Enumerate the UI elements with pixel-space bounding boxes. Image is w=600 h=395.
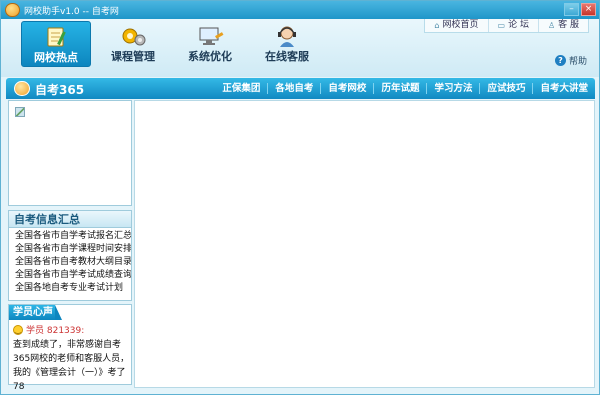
- testimonial-panel: 学员心声 ‿ 学员 821339: 查到成绩了，非常感谢自考365网校的老师和客…: [8, 304, 132, 392]
- nav-item-course[interactable]: 课程管理: [98, 21, 168, 67]
- site-link[interactable]: 自考网校: [320, 83, 373, 94]
- header-link-label: 论 坛: [508, 20, 529, 30]
- info-link[interactable]: 全国各省市自考教材大纲目录: [15, 256, 131, 269]
- header-link-label: 客 服: [558, 20, 579, 30]
- home-icon: ⌂: [434, 21, 440, 30]
- help-label: 帮助: [568, 57, 587, 67]
- nav-label: 课程管理: [111, 50, 155, 63]
- info-list: 全国各省市自学考试报名汇总 全国各省市自学课程时间安排 全国各省市自考教材大纲目…: [9, 228, 131, 295]
- site-link[interactable]: 应试技巧: [479, 83, 532, 94]
- nav-item-support[interactable]: 在线客服: [252, 21, 322, 67]
- nav-item-hotspot[interactable]: 网校热点: [21, 21, 91, 67]
- minimize-button[interactable]: –: [564, 3, 579, 16]
- window-controls: – ×: [564, 3, 596, 16]
- testimonial-title: 学员心声: [9, 305, 62, 320]
- main-content-area[interactable]: [134, 100, 595, 388]
- info-panel-title: 自考信息汇总: [9, 211, 131, 228]
- close-button[interactable]: ×: [581, 3, 596, 16]
- header-link-forum[interactable]: ▭ 论 坛: [487, 19, 538, 32]
- site-logo-icon: [14, 81, 30, 96]
- header-link-home[interactable]: ⌂ 网校首页: [425, 19, 487, 32]
- site-link[interactable]: 各地自考: [267, 83, 320, 94]
- app-logo-icon: [5, 3, 20, 17]
- user-icon: ♙: [547, 21, 556, 30]
- main-nav: 网校热点 课程管理 系统优化 在线客服: [21, 21, 322, 67]
- help-icon: ?: [554, 55, 566, 66]
- window-title: 网校助手v1.0 -- 自考网: [24, 7, 119, 17]
- broken-image-icon: [15, 107, 25, 117]
- info-panel: 自考信息汇总 全国各省市自学考试报名汇总 全国各省市自学课程时间安排 全国各省市…: [8, 210, 132, 301]
- site-links: 正保集团 各地自考 自考网校 历年试题 学习方法 应试技巧 自考大讲堂: [215, 78, 595, 99]
- header-link-service[interactable]: ♙ 客 服: [537, 19, 588, 32]
- site-link[interactable]: 自考大讲堂: [532, 83, 595, 94]
- testimonial-user: ‿ 学员 821339:: [13, 323, 84, 336]
- smile-icon: ‿: [13, 324, 23, 335]
- info-link[interactable]: 全国各省市自学考试成绩查询: [15, 269, 131, 282]
- header-links: ⌂ 网校首页 ▭ 论 坛 ♙ 客 服: [424, 19, 589, 33]
- site-link[interactable]: 正保集团: [215, 83, 267, 94]
- site-link[interactable]: 历年试题: [373, 83, 426, 94]
- info-link[interactable]: 全国各省市自学课程时间安排: [15, 243, 131, 256]
- nav-label: 网校热点: [34, 51, 78, 64]
- headset-agent-icon: [278, 26, 296, 47]
- info-link[interactable]: 全国各省市自学考试报名汇总: [15, 230, 131, 243]
- notebook-pencil-icon: [47, 27, 66, 47]
- header: ⌂ 网校首页 ▭ 论 坛 ♙ 客 服 网校热点 课程管理 系统优化 在线客服 ?…: [1, 19, 599, 77]
- testimonial-user-label: 学员 821339:: [26, 326, 85, 336]
- testimonial-text: 查到成绩了，非常感谢自考365网校的老师和客服人员，我的《管理会计（一）》考了7…: [13, 340, 130, 392]
- site-bar: 自考365 正保集团 各地自考 自考网校 历年试题 学习方法 应试技巧 自考大讲…: [6, 78, 595, 99]
- computer-wrench-icon: [199, 27, 224, 45]
- forum-icon: ▭: [497, 21, 506, 30]
- header-link-label: 网校首页: [442, 20, 479, 30]
- nav-item-optimize[interactable]: 系统优化: [175, 21, 245, 67]
- site-name: 自考365: [35, 83, 85, 97]
- nav-label: 系统优化: [188, 50, 232, 63]
- info-link[interactable]: 全国各地自考专业考试计划: [15, 282, 131, 295]
- ad-image-box[interactable]: [8, 100, 132, 206]
- nav-label: 在线客服: [265, 50, 309, 63]
- app-window: 网校助手v1.0 -- 自考网 – × ⌂ 网校首页 ▭ 论 坛 ♙ 客 服 网…: [0, 0, 600, 395]
- help-link[interactable]: ? 帮助: [554, 54, 587, 67]
- site-link[interactable]: 学习方法: [426, 83, 479, 94]
- title-bar[interactable]: 网校助手v1.0 -- 自考网 – ×: [1, 1, 599, 19]
- left-sidebar: 自考信息汇总 全国各省市自学考试报名汇总 全国各省市自学课程时间安排 全国各省市…: [8, 100, 132, 392]
- gears-icon: [122, 28, 146, 46]
